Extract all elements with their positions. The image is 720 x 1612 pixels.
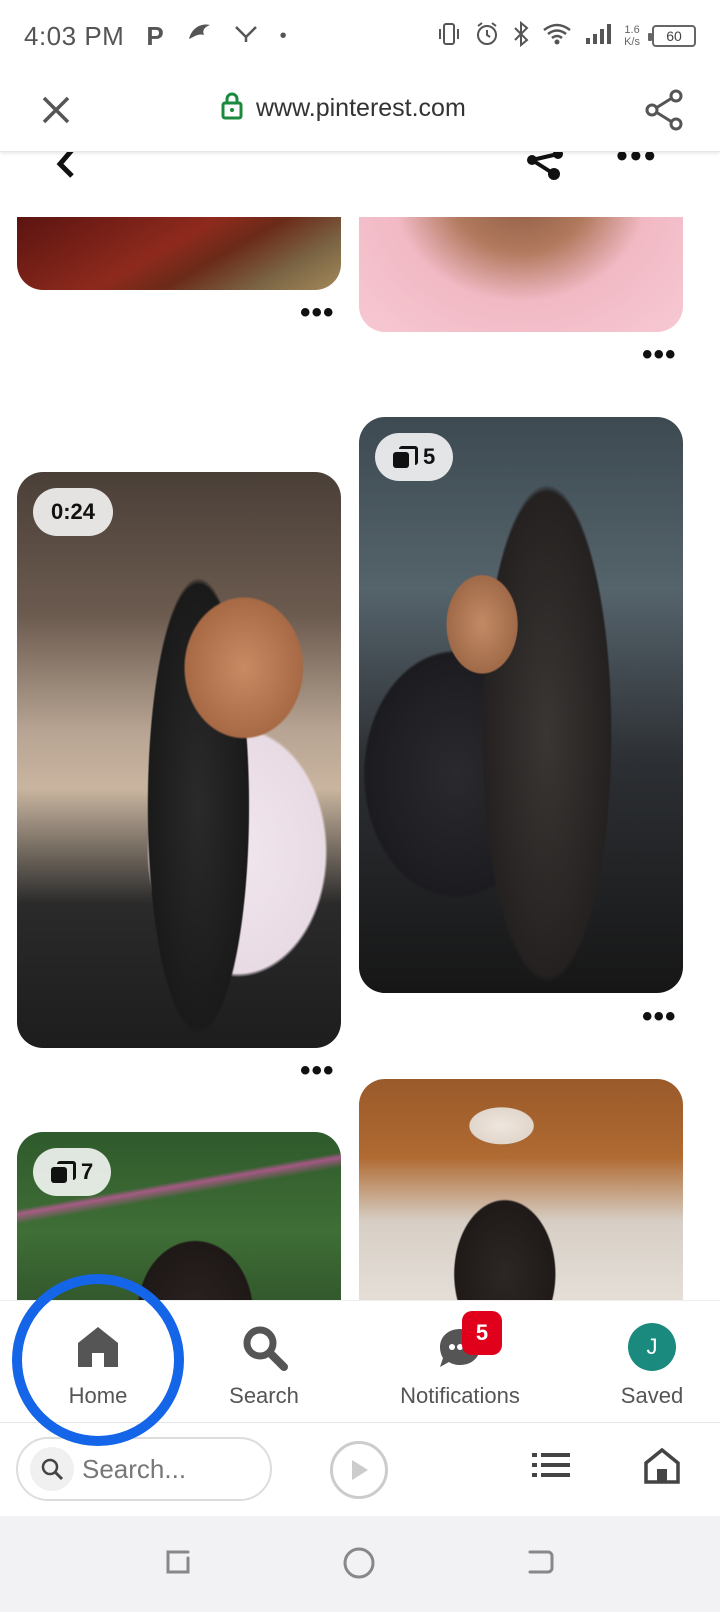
- status-left-icons: P •: [146, 21, 286, 52]
- signal-icon: [584, 22, 612, 51]
- vibrate-icon: [436, 21, 462, 52]
- home-icon: [74, 1323, 122, 1371]
- browser-home-icon[interactable]: [644, 1447, 680, 1490]
- pin-image[interactable]: [17, 217, 341, 290]
- tab-search[interactable]: Search: [214, 1301, 314, 1423]
- url-text: www.pinterest.com: [256, 94, 466, 122]
- share-icon[interactable]: [642, 88, 686, 132]
- battery-icon: 60: [648, 25, 696, 47]
- bluetooth-icon: [512, 20, 530, 52]
- search-placeholder: Search...: [82, 1453, 187, 1484]
- pin-video[interactable]: 0:24: [17, 472, 341, 1048]
- network-speed: 1.6 K/s: [624, 24, 640, 48]
- search-icon: [240, 1323, 288, 1371]
- search-icon: [30, 1447, 74, 1491]
- pin-more-icon[interactable]: •••: [300, 1056, 335, 1086]
- pin-image[interactable]: [359, 1079, 683, 1300]
- speed-unit: K/s: [624, 36, 640, 48]
- carousel-badge: 5: [375, 433, 454, 481]
- browser-search-input[interactable]: Search...: [16, 1437, 272, 1501]
- carousel-count: 5: [423, 444, 436, 469]
- bird-notification-icon: [186, 21, 212, 51]
- back-arrow-icon[interactable]: [46, 152, 86, 186]
- avatar-initial: J: [628, 1323, 676, 1371]
- wifi-icon: [542, 22, 572, 51]
- system-navigation-bar: [0, 1516, 720, 1612]
- avatar: J: [628, 1323, 676, 1371]
- pin-feed[interactable]: ••• ••• 0:24 ••• 7 ••• 5 •••: [0, 152, 720, 1300]
- tab-search-label: Search: [229, 1383, 299, 1408]
- back-icon[interactable]: [524, 1546, 556, 1583]
- carousel-count: 7: [81, 1159, 94, 1184]
- play-icon[interactable]: [330, 1441, 388, 1499]
- feed-more-icon[interactable]: •••: [616, 152, 658, 173]
- status-right-icons: 1.6 K/s 60: [436, 20, 696, 52]
- close-icon[interactable]: [36, 90, 76, 130]
- pin-more-icon[interactable]: •••: [642, 340, 677, 370]
- lock-icon: [220, 92, 244, 125]
- speed-value: 1.6: [624, 24, 640, 36]
- feed-nav: •••: [0, 152, 720, 212]
- pinterest-notification-icon: P: [146, 20, 164, 51]
- tab-saved-label: Saved: [620, 1383, 684, 1408]
- chat-bubble-icon: 5: [436, 1311, 502, 1371]
- status-bar: 4:03 PM P • 1.6 K/s 60: [0, 0, 720, 72]
- recent-apps-icon[interactable]: [162, 1546, 194, 1583]
- home-circle-icon[interactable]: [342, 1546, 376, 1585]
- app-tab-bar: Home Search 5 Notifications J Saved: [0, 1300, 720, 1422]
- carousel-icon: [51, 1161, 76, 1183]
- list-icon[interactable]: [532, 1451, 570, 1484]
- fork-notification-icon: [234, 23, 258, 49]
- url-display[interactable]: www.pinterest.com: [220, 92, 466, 125]
- pin-image[interactable]: 7: [17, 1132, 341, 1300]
- browser-bottom-bar: Search...: [0, 1422, 720, 1516]
- tab-saved[interactable]: J Saved: [600, 1301, 704, 1423]
- feed-share-icon[interactable]: [522, 152, 566, 186]
- tab-notifications-label: Notifications: [400, 1383, 520, 1408]
- pin-image[interactable]: 5: [359, 417, 683, 993]
- pin-more-icon[interactable]: •••: [642, 1002, 677, 1032]
- video-duration-badge: 0:24: [33, 488, 114, 536]
- dot-icon: •: [279, 24, 287, 47]
- browser-address-bar: www.pinterest.com: [0, 72, 720, 152]
- carousel-badge: 7: [33, 1148, 112, 1196]
- status-time: 4:03 PM: [24, 20, 125, 51]
- carousel-icon: [393, 446, 418, 468]
- tab-home[interactable]: Home: [44, 1301, 152, 1423]
- notification-count-badge: 5: [462, 1311, 502, 1355]
- tab-notifications[interactable]: 5 Notifications: [380, 1301, 540, 1423]
- video-duration: 0:24: [51, 499, 96, 524]
- alarm-icon: [474, 21, 500, 52]
- pin-more-icon[interactable]: •••: [300, 298, 335, 328]
- tab-home-label: Home: [68, 1383, 128, 1408]
- pin-image[interactable]: [359, 217, 683, 332]
